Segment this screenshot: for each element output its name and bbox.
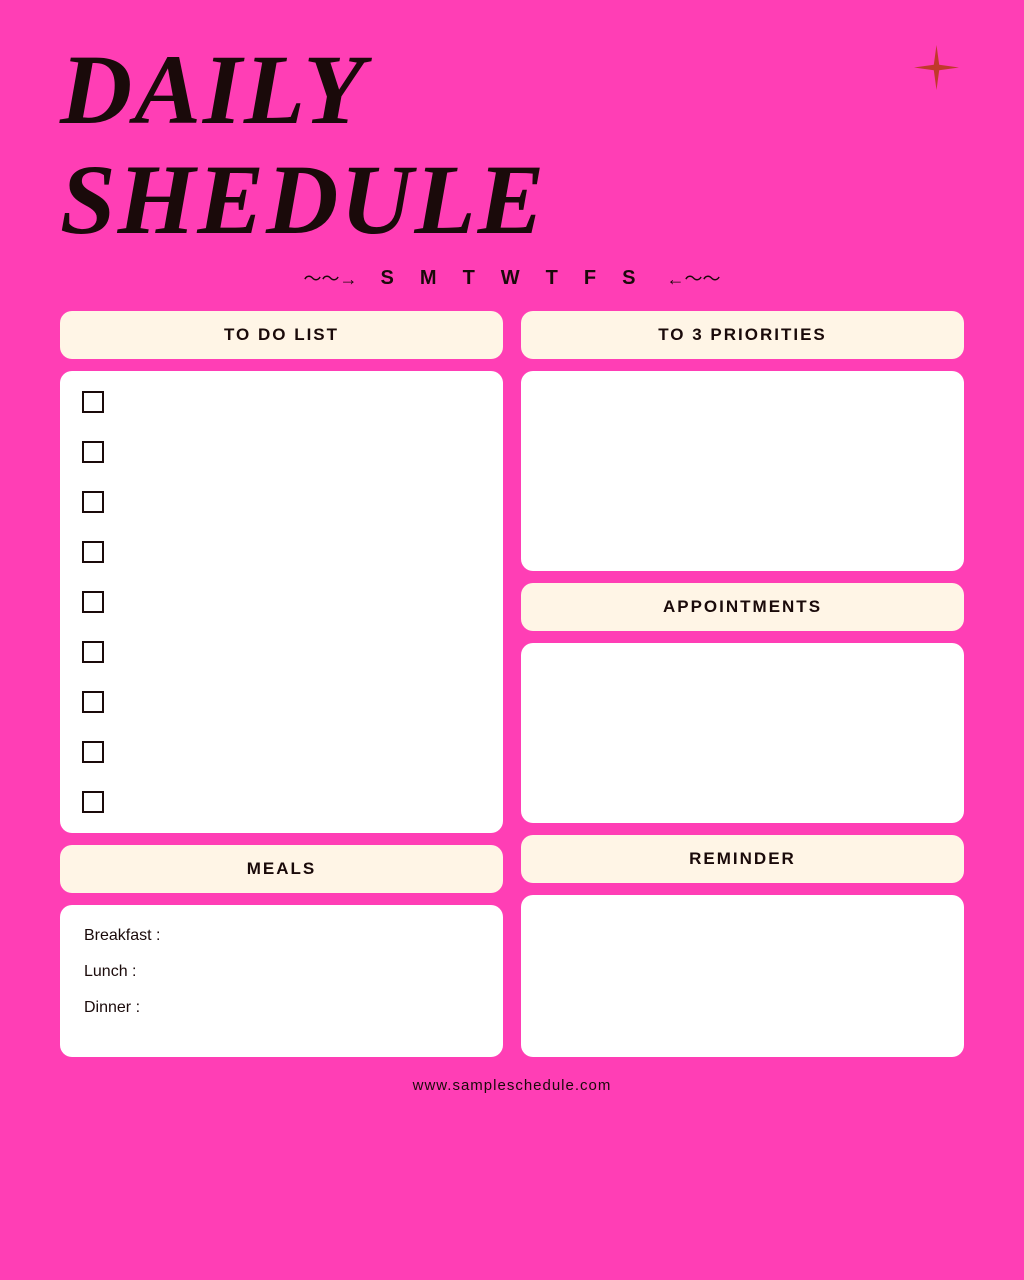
checkbox-row-2 bbox=[82, 441, 481, 463]
checkbox-row-9 bbox=[82, 791, 481, 813]
day-f: F bbox=[584, 267, 604, 290]
left-column: TO DO LIST MEALS Breakfast : Lunch : Din… bbox=[60, 311, 503, 1057]
checkbox-row-7 bbox=[82, 691, 481, 713]
todo-items-box bbox=[60, 371, 503, 833]
checkbox-row-3 bbox=[82, 491, 481, 513]
checkbox-row-8 bbox=[82, 741, 481, 763]
wave-left-icon: 〜〜→ bbox=[304, 265, 358, 291]
wave-right-icon: ←〜〜 bbox=[666, 265, 720, 291]
checkbox-row-5 bbox=[82, 591, 481, 613]
reminder-header: REMINDER bbox=[521, 835, 964, 883]
day-t1: T bbox=[463, 267, 483, 290]
day-s2: S bbox=[622, 267, 643, 290]
checkbox-5[interactable] bbox=[82, 591, 104, 613]
days-row: 〜〜→ S M T W T F S ←〜〜 bbox=[60, 265, 964, 291]
checkbox-4[interactable] bbox=[82, 541, 104, 563]
page-title: DAILY SHEDULE bbox=[60, 40, 964, 250]
checkbox-row-6 bbox=[82, 641, 481, 663]
dinner-row: Dinner : bbox=[84, 999, 479, 1017]
meals-header: MEALS bbox=[60, 845, 503, 893]
appointments-header: APPOINTMENTS bbox=[521, 583, 964, 631]
main-content: TO DO LIST MEALS Breakfast : Lunch : Din… bbox=[60, 311, 964, 1057]
breakfast-row: Breakfast : bbox=[84, 927, 479, 945]
checkbox-9[interactable] bbox=[82, 791, 104, 813]
title-line1: DAILY bbox=[60, 40, 964, 140]
checkbox-7[interactable] bbox=[82, 691, 104, 713]
day-m: M bbox=[420, 267, 445, 290]
checkbox-1[interactable] bbox=[82, 391, 104, 413]
lunch-row: Lunch : bbox=[84, 963, 479, 981]
todo-list-header: TO DO LIST bbox=[60, 311, 503, 359]
right-column: TO 3 PRIORITIES APPOINTMENTS REMINDER bbox=[521, 311, 964, 1057]
checkbox-6[interactable] bbox=[82, 641, 104, 663]
day-w: W bbox=[501, 267, 528, 290]
website-url: www.sampleschedule.com bbox=[413, 1077, 612, 1094]
checkbox-2[interactable] bbox=[82, 441, 104, 463]
day-s1: S bbox=[381, 267, 402, 290]
reminder-content-box bbox=[521, 895, 964, 1057]
checkbox-row-4 bbox=[82, 541, 481, 563]
title-line2: SHEDULE bbox=[60, 150, 964, 250]
checkbox-8[interactable] bbox=[82, 741, 104, 763]
footer: www.sampleschedule.com bbox=[60, 1077, 964, 1094]
meals-content-box: Breakfast : Lunch : Dinner : bbox=[60, 905, 503, 1057]
checkbox-3[interactable] bbox=[82, 491, 104, 513]
priorities-header: TO 3 PRIORITIES bbox=[521, 311, 964, 359]
checkbox-row-1 bbox=[82, 391, 481, 413]
days-letters: S M T W T F S bbox=[381, 267, 644, 290]
day-t2: T bbox=[546, 267, 566, 290]
priorities-content-box bbox=[521, 371, 964, 571]
star-icon bbox=[914, 45, 959, 90]
appointments-content-box bbox=[521, 643, 964, 823]
page: DAILY SHEDULE 〜〜→ S M T W T F S ←〜〜 TO D… bbox=[0, 0, 1024, 1280]
